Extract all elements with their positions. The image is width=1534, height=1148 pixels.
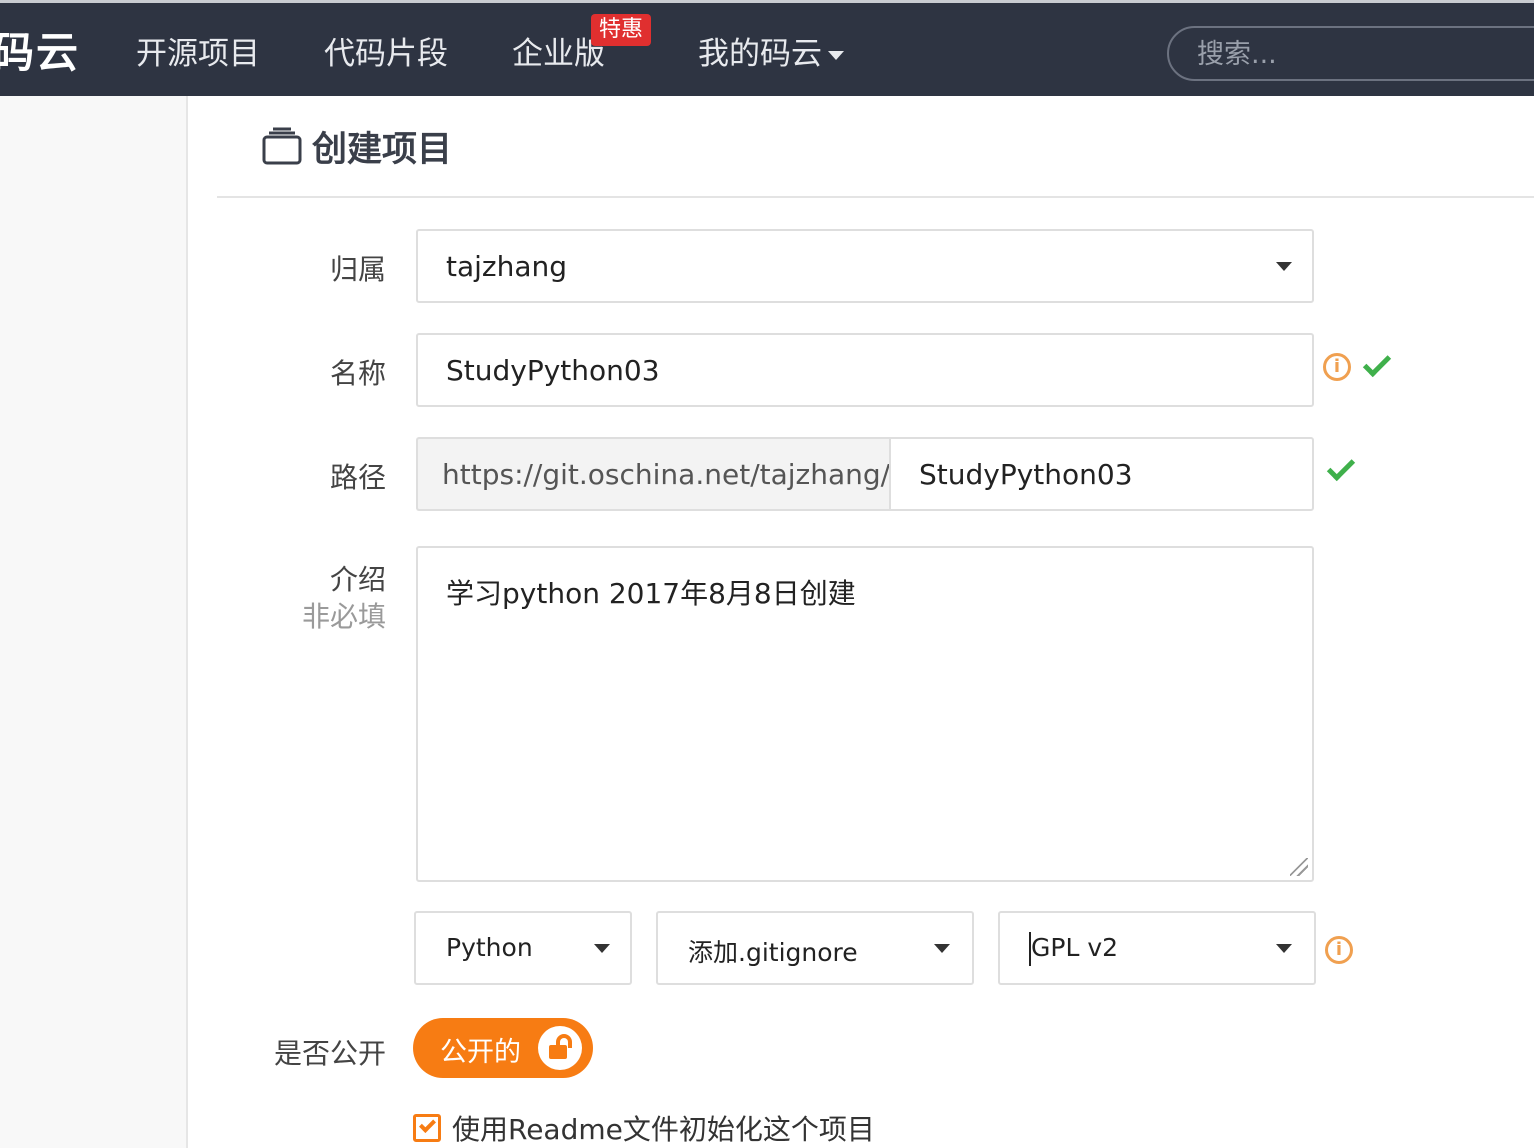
top-navbar: 码云 开源项目 代码片段 企业版 特惠 我的码云 <box>0 0 1534 96</box>
language-select-value: Python <box>446 933 533 962</box>
path-prefix-text: https://git.oschina.net/tajzhang/ <box>442 458 891 491</box>
nav-open-source[interactable]: 开源项目 <box>136 31 260 77</box>
search-input[interactable] <box>1195 36 1495 72</box>
nav-my-gitee-label: 我的码云 <box>698 36 822 72</box>
license-select[interactable]: GPL v2 <box>998 911 1316 985</box>
description-textarea[interactable]: 学习python 2017年8月8日创建 <box>416 546 1314 882</box>
description-label: 介绍 <box>329 563 386 596</box>
owner-select-value: tajzhang <box>446 250 568 283</box>
divider <box>217 196 1534 198</box>
chevron-down-icon <box>594 944 610 953</box>
left-sidebar <box>0 96 188 1148</box>
chevron-down-icon <box>934 944 950 953</box>
gitignore-select-value: 添加.gitignore <box>688 938 858 967</box>
name-label: 名称 <box>329 357 386 390</box>
nav-my-gitee[interactable]: 我的码云 <box>698 31 844 77</box>
path-prefix: https://git.oschina.net/tajzhang/ <box>416 437 890 511</box>
path-input-value: StudyPython03 <box>919 458 1133 491</box>
gitignore-select[interactable]: 添加.gitignore <box>656 911 974 985</box>
search-box[interactable] <box>1167 26 1534 81</box>
name-input[interactable]: StudyPython03 <box>416 333 1314 407</box>
chevron-down-icon <box>1276 262 1292 271</box>
repo-icon <box>262 127 302 165</box>
info-icon[interactable]: i <box>1325 936 1353 964</box>
owner-label: 归属 <box>329 253 386 286</box>
description-optional-hint: 非必填 <box>301 600 386 633</box>
owner-select[interactable]: tajzhang <box>416 229 1314 303</box>
page-title: 创建项目 <box>312 129 453 170</box>
visibility-toggle-label: 公开的 <box>440 1037 521 1068</box>
resize-handle-icon[interactable] <box>1290 858 1308 876</box>
promo-badge: 特惠 <box>591 14 652 46</box>
checkmark-icon <box>419 1116 436 1133</box>
readme-checkbox[interactable] <box>413 1114 441 1142</box>
nav-code-snippets[interactable]: 代码片段 <box>324 31 448 77</box>
check-icon <box>1362 348 1392 378</box>
check-icon <box>1326 452 1356 482</box>
visibility-label: 是否公开 <box>273 1037 386 1070</box>
unlock-icon <box>538 1026 582 1070</box>
license-select-value: GPL v2 <box>1031 933 1119 962</box>
chevron-down-icon <box>828 51 844 60</box>
description-textarea-value: 学习python 2017年8月8日创建 <box>446 577 856 610</box>
page-header: 创建项目 <box>262 118 452 174</box>
path-input[interactable]: StudyPython03 <box>889 437 1314 511</box>
name-input-value: StudyPython03 <box>446 354 660 387</box>
path-label: 路径 <box>329 461 386 494</box>
site-logo[interactable]: 码云 <box>0 25 80 81</box>
language-select[interactable]: Python <box>414 911 632 985</box>
info-icon[interactable]: i <box>1323 353 1351 381</box>
chevron-down-icon <box>1276 944 1292 953</box>
readme-checkbox-label[interactable]: 使用Readme文件初始化这个项目 <box>452 1108 875 1148</box>
visibility-toggle[interactable]: 公开的 <box>413 1018 593 1078</box>
